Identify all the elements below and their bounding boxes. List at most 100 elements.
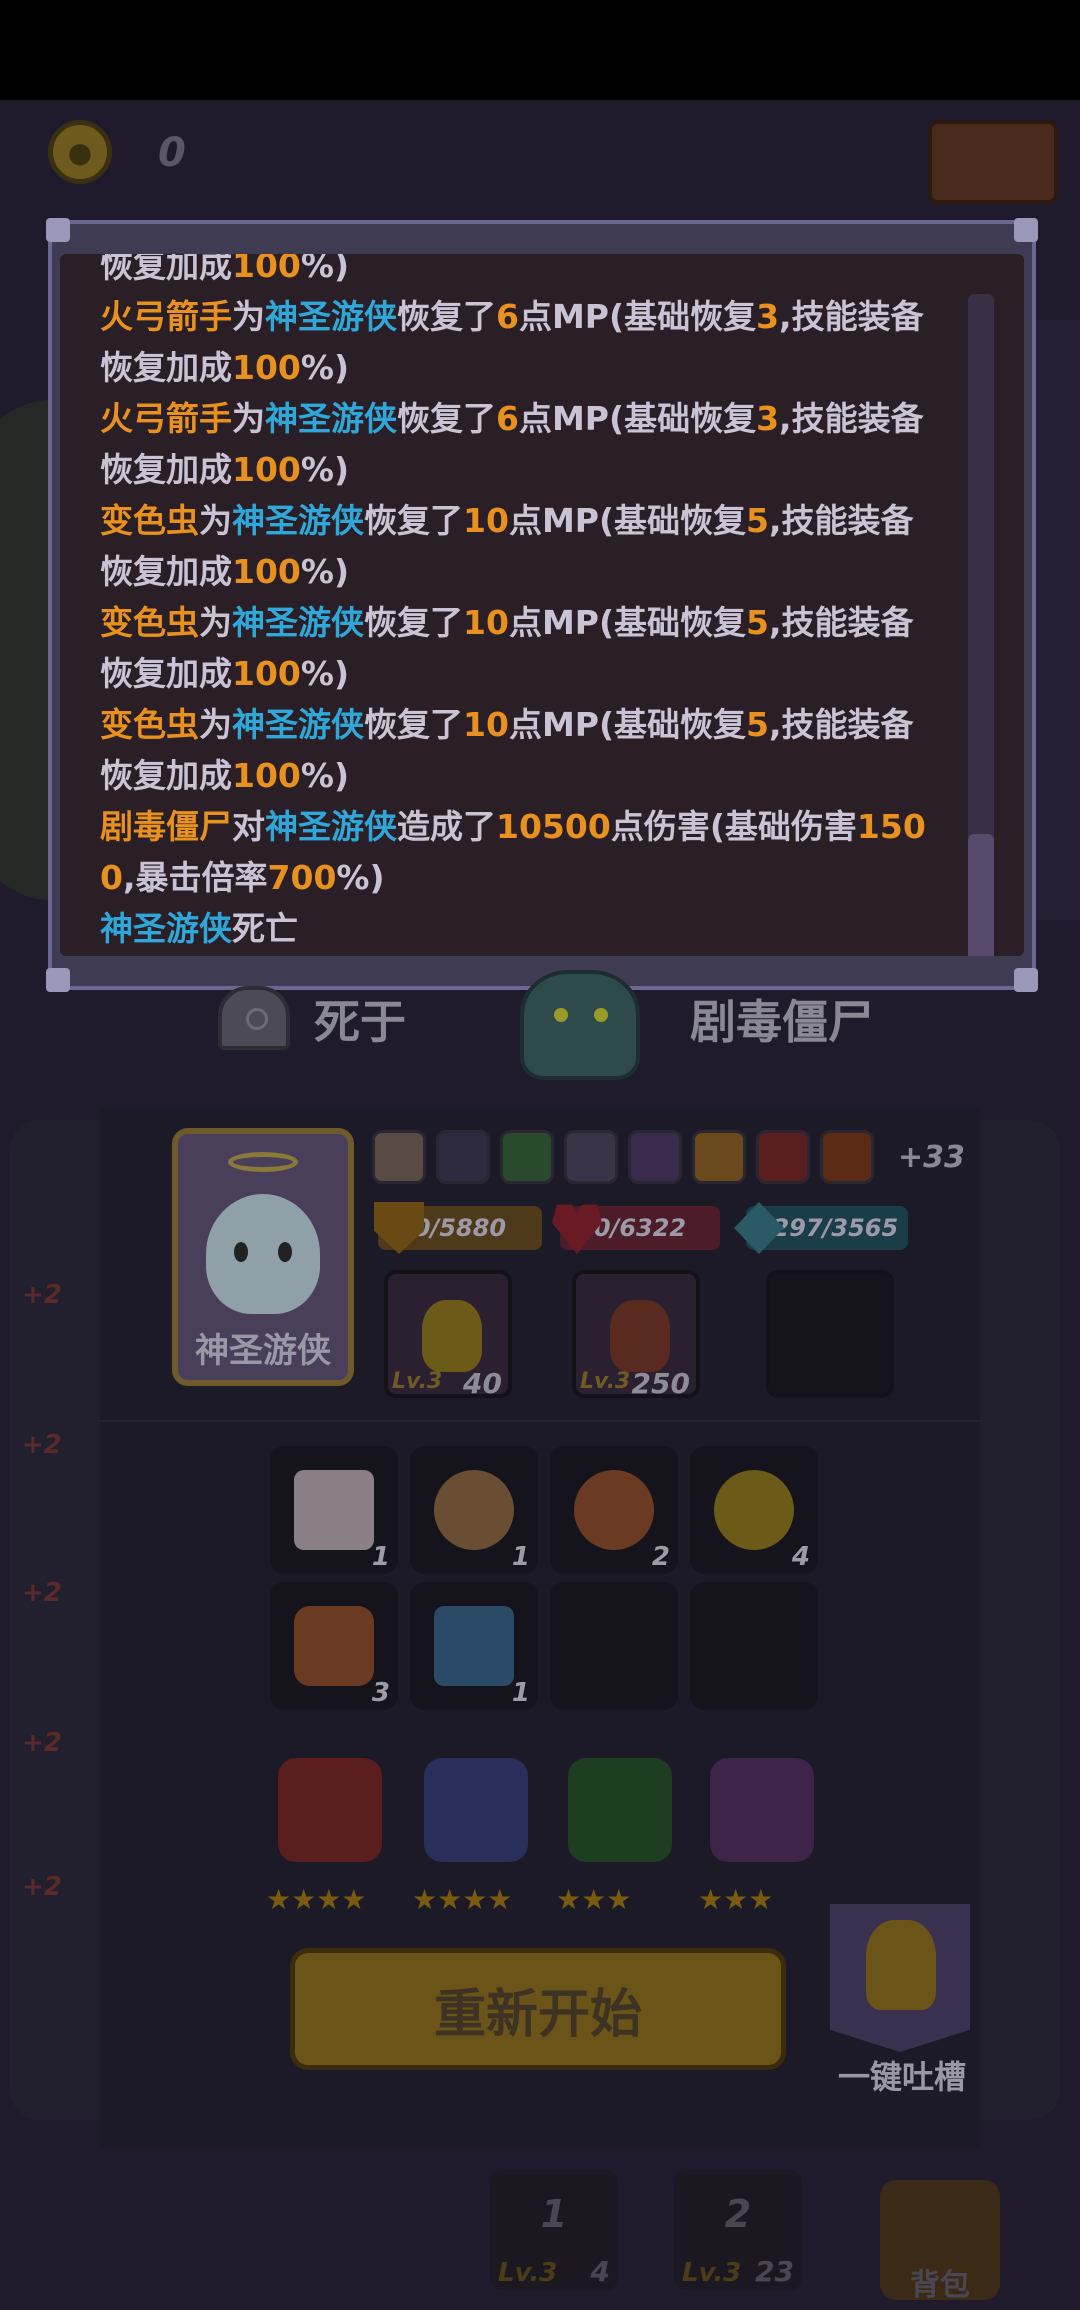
log-segment: 神圣游侠 xyxy=(232,501,364,540)
blue-bandit-icon xyxy=(424,1758,528,1862)
log-segment: 为 xyxy=(199,603,232,642)
red-ninja-icon xyxy=(278,1758,382,1862)
slot-index: 1 xyxy=(540,2192,568,2236)
log-segment: ,暴击倍率 xyxy=(122,858,268,897)
log-segment: 100 xyxy=(232,348,301,387)
log-line: 火弓箭手为神圣游侠恢复了6点MP(基础恢复3,技能装备 xyxy=(100,393,980,444)
side-panel-right xyxy=(980,1120,1060,2120)
book-equip-icon[interactable] xyxy=(500,1130,554,1184)
log-segment: 10 xyxy=(463,603,509,642)
shield-value: 0/5880 xyxy=(413,1214,507,1242)
inventory-slot-empty[interactable] xyxy=(550,1582,678,1710)
log-segment: 10 xyxy=(463,705,509,744)
slot-cost: 4 xyxy=(590,2255,610,2288)
skill-slot-1[interactable]: Lv.3 40 xyxy=(384,1270,512,1400)
log-segment: 点MP(基础恢复 xyxy=(508,705,747,744)
log-segment: 100 xyxy=(232,254,301,285)
inventory-slot-empty[interactable] xyxy=(690,1582,818,1710)
hero-name: 神圣游侠 xyxy=(195,1331,331,1371)
log-segment: 点MP(基础恢复 xyxy=(508,603,747,642)
log-line: 神圣游侠死亡 xyxy=(100,903,980,954)
more-items-count[interactable]: +33 xyxy=(898,1140,965,1175)
skill-slot-2[interactable]: Lv.3 250 xyxy=(572,1270,700,1400)
mp-bar: 3297/3565 xyxy=(734,1202,908,1254)
slot-cost: 23 xyxy=(755,2255,794,2288)
log-segment: 700 xyxy=(267,858,337,897)
hp-bar: 0/6322 xyxy=(552,1204,720,1254)
log-line: 恢复加成100%) xyxy=(100,254,980,291)
log-segment: 6 xyxy=(496,399,519,438)
log-line: 火弓箭手为神圣游侠恢复了6点MP(基础恢复3,技能装备 xyxy=(100,291,980,342)
log-segment: 5 xyxy=(746,501,770,540)
ally-card[interactable]: ★★★★ xyxy=(266,1744,394,1914)
backpack-label[interactable]: 背包 xyxy=(880,2260,1000,2304)
inventory-slot[interactable]: 1 xyxy=(270,1446,398,1574)
log-segment: 神圣游侠 xyxy=(265,297,397,336)
log-line: 变色虫为神圣游侠恢复了10点MP(基础恢复5,技能装备 xyxy=(100,699,980,750)
skill-slot-empty[interactable] xyxy=(766,1270,894,1398)
side-mark: +2 xyxy=(22,1430,62,1460)
ring-equip-icon[interactable] xyxy=(692,1130,746,1184)
log-scrollbar-thumb[interactable] xyxy=(968,834,994,956)
armor-equip-icon[interactable] xyxy=(628,1130,682,1184)
log-line: 变色虫为神圣游侠恢复了10点MP(基础恢复5,技能装备 xyxy=(100,495,980,546)
restart-button[interactable]: 重新开始 xyxy=(290,1948,786,2070)
log-segment: 为 xyxy=(199,501,232,540)
halo-icon xyxy=(228,1152,298,1172)
ally-card[interactable]: ★★★ xyxy=(698,1744,826,1914)
bottom-skill-slot[interactable]: 1 Lv.3 4 xyxy=(490,2170,618,2290)
chest-icon xyxy=(928,120,1058,204)
log-segment: 点MP(基础恢复 xyxy=(518,399,757,438)
log-segment: 150 xyxy=(856,807,926,846)
log-segment: 造成了 xyxy=(397,807,496,846)
inventory-slot[interactable]: 1 xyxy=(410,1446,538,1574)
hero-portrait[interactable]: 神圣游侠 xyxy=(172,1128,354,1386)
ally-stars: ★★★★ xyxy=(412,1883,513,1916)
log-segment: 死亡 xyxy=(232,909,298,948)
onion-icon xyxy=(434,1470,514,1550)
log-segment: ,技能装备 xyxy=(769,603,914,642)
log-segment: 变色虫 xyxy=(100,705,199,744)
inventory-slot[interactable]: 2 xyxy=(550,1446,678,1574)
bottom-skill-slot[interactable]: 2 Lv.3 23 xyxy=(674,2170,802,2290)
log-segment: 火弓箭手 xyxy=(100,399,232,438)
battle-log-scroll-area[interactable]: 恢复加成100%) 火弓箭手为神圣游侠恢复了6点MP(基础恢复3,技能装备 恢复加成… xyxy=(60,254,1024,956)
log-segment: %) xyxy=(300,552,350,591)
cube-equip-icon[interactable] xyxy=(564,1130,618,1184)
battle-log-lines: 恢复加成100%) 火弓箭手为神圣游侠恢复了6点MP(基础恢复3,技能装备 恢复加成… xyxy=(100,254,980,954)
skill-level: Lv.3 xyxy=(580,1369,631,1394)
log-line: 恢复加成100%) xyxy=(100,342,980,393)
bread-equip-icon[interactable] xyxy=(372,1130,426,1184)
inventory-slot[interactable]: 4 xyxy=(690,1446,818,1574)
log-segment: 恢复加成 xyxy=(100,654,232,693)
log-segment: %) xyxy=(300,756,350,795)
feedback-character-icon[interactable] xyxy=(866,1920,936,2010)
slot-index: 2 xyxy=(724,2192,752,2236)
skill-level: Lv.3 xyxy=(392,1369,443,1394)
item-count: 2 xyxy=(651,1542,670,1572)
item-count: 4 xyxy=(791,1542,810,1572)
inventory-slot[interactable]: 1 xyxy=(410,1582,538,1710)
log-segment: 6 xyxy=(496,297,519,336)
side-panel-left xyxy=(10,1120,100,2120)
feedback-label[interactable]: 一键吐槽 xyxy=(822,2052,982,2098)
log-segment: 神圣游侠 xyxy=(265,807,397,846)
inventory-slot[interactable]: 3 xyxy=(270,1582,398,1710)
scroll-equip-icon[interactable] xyxy=(820,1130,874,1184)
log-segment: 恢复了 xyxy=(397,297,496,336)
log-line: 恢复加成100%) xyxy=(100,648,980,699)
log-segment: 点伤害(基础伤害 xyxy=(610,807,857,846)
panel-corner xyxy=(46,218,70,242)
helmet-equip-icon[interactable] xyxy=(436,1130,490,1184)
ally-card[interactable]: ★★★ xyxy=(556,1744,684,1914)
fruit-equip-icon[interactable] xyxy=(756,1130,810,1184)
log-line: 恢复加成100%) xyxy=(100,444,980,495)
ally-card[interactable]: ★★★★ xyxy=(412,1744,540,1914)
ally-stars: ★★★ xyxy=(698,1883,774,1916)
shield-icon xyxy=(374,1202,424,1254)
skill-cost: 250 xyxy=(631,1367,690,1400)
log-segment: 10500 xyxy=(496,807,611,846)
pie-icon xyxy=(574,1470,654,1550)
log-scrollbar[interactable] xyxy=(968,294,994,956)
battle-log-panel: 恢复加成100%) 火弓箭手为神圣游侠恢复了6点MP(基础恢复3,技能装备 恢复加成… xyxy=(46,218,1038,992)
